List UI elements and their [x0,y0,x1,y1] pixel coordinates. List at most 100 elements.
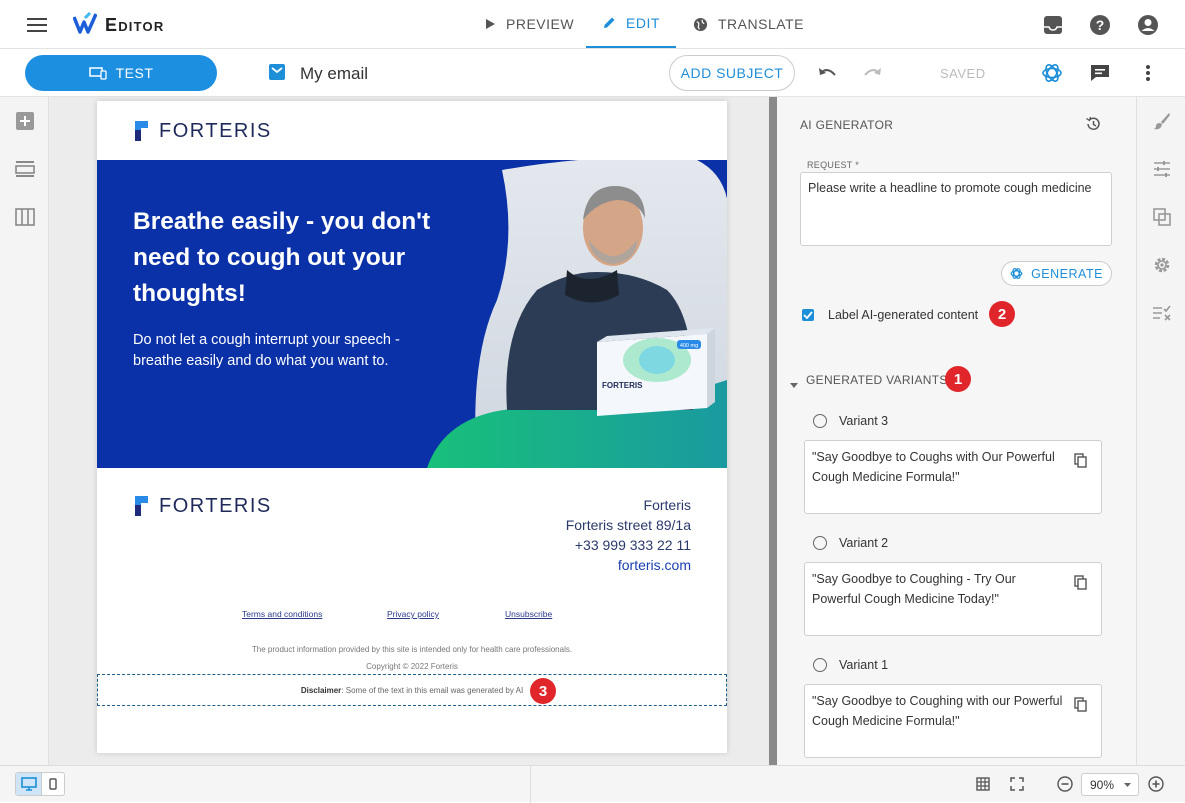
label-ai-checkbox[interactable] [802,309,814,321]
variant-1-label: Variant 1 [839,658,889,672]
disclaimer-block[interactable]: Disclaimer: Some of the text in this ema… [97,674,727,706]
columns-icon[interactable] [14,206,36,228]
address-street: Forteris street 89/1a [565,517,691,533]
tab-edit-label: EDIT [626,15,660,31]
generate-button-label: GENERATE [1031,266,1103,281]
copy-icon[interactable] [1074,575,1087,590]
professional-note: The product information provided by this… [251,645,573,654]
test-button[interactable]: TEST [25,55,217,91]
toolbar: TEST My email ADD SUBJECT SAVED [0,49,1185,97]
account-icon[interactable] [1136,13,1160,37]
copy-icon[interactable] [1074,697,1087,712]
product-dose: 400 mg [680,343,698,349]
header-logo[interactable]: FORTERIS [133,119,272,143]
variant-3-label: Variant 3 [839,414,889,428]
variant-3-radio[interactable] [813,414,827,428]
checklist-icon[interactable] [1151,302,1173,324]
chevron-down-icon[interactable] [790,376,798,394]
hero-title: Breathe easily - you don't need to cough… [133,208,431,307]
privacy-link[interactable]: Privacy policy [387,609,439,619]
panel-title: AI GENERATOR [800,118,894,132]
help-icon[interactable]: ? [1088,13,1112,37]
callout-badge-2: 2 [989,301,1015,327]
email-name[interactable]: My email [300,64,368,84]
zoom-in-icon[interactable] [1147,775,1165,793]
menu-icon[interactable] [26,14,48,36]
add-block-icon[interactable] [14,110,36,132]
tab-preview[interactable]: PREVIEW [484,0,574,48]
hero-subtitle: Do not let a cough interrupt your speech… [133,332,400,369]
pencil-icon [604,17,615,28]
sliders-icon[interactable] [1151,158,1173,180]
footer-logo[interactable]: FORTERIS [133,494,272,518]
chevron-down-icon [1124,783,1131,787]
tab-translate[interactable]: TRANSLATE [693,0,804,48]
variant-2-label: Variant 2 [839,536,889,550]
left-rail [0,97,49,765]
panel-splitter[interactable] [769,97,777,765]
generate-button[interactable]: GENERATE [1001,261,1112,286]
request-input[interactable]: Please write a headline to promote cough… [800,172,1112,246]
grid-view-icon[interactable] [974,775,992,793]
tab-edit[interactable]: EDIT [586,0,676,48]
comments-icon[interactable] [1088,62,1112,84]
top-bar: Editor PREVIEW EDIT TRANSLATE ? [0,0,1185,49]
variant-2-text[interactable]: "Say Goodbye to Coughing - Try Our Power… [804,562,1102,636]
address-website-link[interactable]: forteris.com [618,557,691,573]
inbox-icon[interactable] [1041,13,1065,37]
tab-preview-label: PREVIEW [506,16,575,32]
variant-3-text[interactable]: "Say Goodbye to Coughs with Our Powerful… [804,440,1102,514]
ai-assistant-icon[interactable] [1040,61,1064,85]
terms-link[interactable]: Terms and conditions [242,609,322,619]
layers-icon[interactable] [1151,206,1173,228]
footer-brand-name: FORTERIS [159,494,272,517]
variant-3-content: "Say Goodbye to Coughs with Our Powerful… [812,450,1055,484]
email-icon [269,64,285,85]
ai-generator-panel: AI GENERATOR REQUEST * Please write a he… [777,97,1136,765]
variant-2-option[interactable]: Variant 2 [813,536,888,550]
disclaimer-text: : Some of the text in this email was gen… [341,685,524,695]
variant-2-content: "Say Goodbye to Coughing - Try Our Power… [812,572,1016,606]
app-title: Editor [105,15,165,35]
svg-text:?: ? [1096,17,1105,33]
devices-icon [88,67,107,80]
brush-icon[interactable] [1151,110,1173,132]
device-toggle [15,772,65,796]
callout-badge-1: 1 [945,366,971,392]
zoom-select[interactable]: 90% [1081,773,1139,796]
app-logo-icon [72,11,98,39]
forteris-logo-icon [135,121,148,141]
address-phone: +33 999 333 22 11 [574,537,691,553]
redo-icon[interactable] [860,62,884,84]
mobile-view-icon[interactable] [42,773,64,795]
copy-icon[interactable] [1074,453,1087,468]
variant-3-option[interactable]: Variant 3 [813,414,888,428]
add-subject-button[interactable]: ADD SUBJECT [669,55,795,91]
product-box-name: FORTERIS [602,381,643,390]
hero-banner[interactable]: 400 mg FORTERIS Breathe easily - you don… [97,160,727,468]
ai-sparkle-icon [1010,268,1023,279]
bottom-divider [530,766,531,803]
variant-1-radio[interactable] [813,658,827,672]
tab-translate-label: TRANSLATE [718,16,804,32]
variant-1-content: "Say Goodbye to Coughing with our Powerf… [812,694,1063,728]
history-icon[interactable] [1083,114,1103,134]
zoom-value: 90% [1090,777,1115,792]
undo-icon[interactable] [816,62,840,84]
desktop-view-icon[interactable] [16,773,42,795]
label-ai-checkbox-label[interactable]: Label AI-generated content [828,308,978,322]
structures-icon[interactable] [14,158,36,180]
variant-1-text[interactable]: "Say Goodbye to Coughing with our Powerf… [804,684,1102,758]
variant-2-radio[interactable] [813,536,827,550]
unsubscribe-link[interactable]: Unsubscribe [505,609,552,619]
zoom-out-icon[interactable] [1056,775,1074,793]
gear-icon[interactable] [1151,254,1173,276]
variants-header[interactable]: GENERATED VARIANTS [806,373,948,387]
bottom-bar: 90% [0,765,1185,803]
more-options-icon[interactable] [1136,62,1160,84]
fullscreen-icon[interactable] [1008,775,1026,793]
variant-1-option[interactable]: Variant 1 [813,658,888,672]
save-status: SAVED [940,66,986,81]
disclaimer-bold: Disclaimer [300,685,342,695]
play-icon [486,19,495,29]
